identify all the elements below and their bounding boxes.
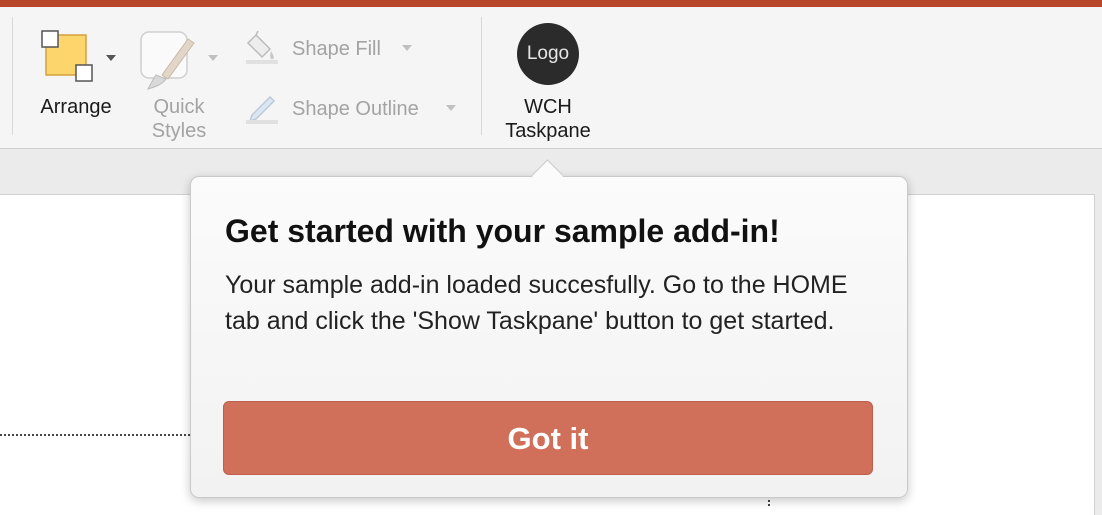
callout-body: Your sample add-in loaded succesfully. G…	[225, 271, 848, 335]
shape-fill-label: Shape Fill	[292, 38, 381, 60]
wch-taskpane-label-line2: Taskpane	[505, 120, 591, 142]
getting-started-callout: Get started with your sample add-in! You…	[190, 176, 908, 498]
arrange-icon	[41, 30, 93, 82]
ribbon: Arrange Quick Styles Shape Fill Shape Ou…	[0, 7, 1102, 149]
logo-text: Logo	[526, 43, 570, 64]
shape-outline-button[interactable]: Shape Outline	[244, 89, 464, 129]
wch-taskpane-label-line1: WCH	[524, 96, 572, 118]
shape-fill-button[interactable]: Shape Fill	[244, 29, 424, 69]
got-it-button[interactable]: Got it	[223, 401, 873, 475]
ribbon-separator	[12, 17, 13, 135]
ribbon-separator	[481, 17, 482, 135]
logo-icon: Logo	[517, 23, 579, 85]
quick-styles-button[interactable]: Quick Styles	[134, 25, 224, 143]
arrange-button[interactable]: Arrange	[28, 25, 124, 135]
shape-outline-label: Shape Outline	[292, 98, 419, 120]
window-accent-bar	[0, 0, 1102, 7]
quick-styles-label-line2: Styles	[151, 120, 207, 142]
chevron-down-icon	[208, 55, 218, 61]
quick-styles-label-line1: Quick	[153, 96, 205, 118]
chevron-down-icon	[402, 45, 412, 51]
arrange-label: Arrange	[40, 96, 112, 118]
callout-title: Get started with your sample add-in!	[225, 213, 780, 249]
paint-bucket-icon	[246, 30, 278, 64]
chevron-down-icon	[106, 55, 116, 61]
placeholder-border	[0, 434, 190, 436]
chevron-down-icon	[446, 105, 456, 111]
pencil-icon	[246, 95, 278, 124]
wch-taskpane-button[interactable]: Logo WCH Taskpane	[494, 21, 602, 143]
quick-styles-icon	[140, 31, 195, 90]
